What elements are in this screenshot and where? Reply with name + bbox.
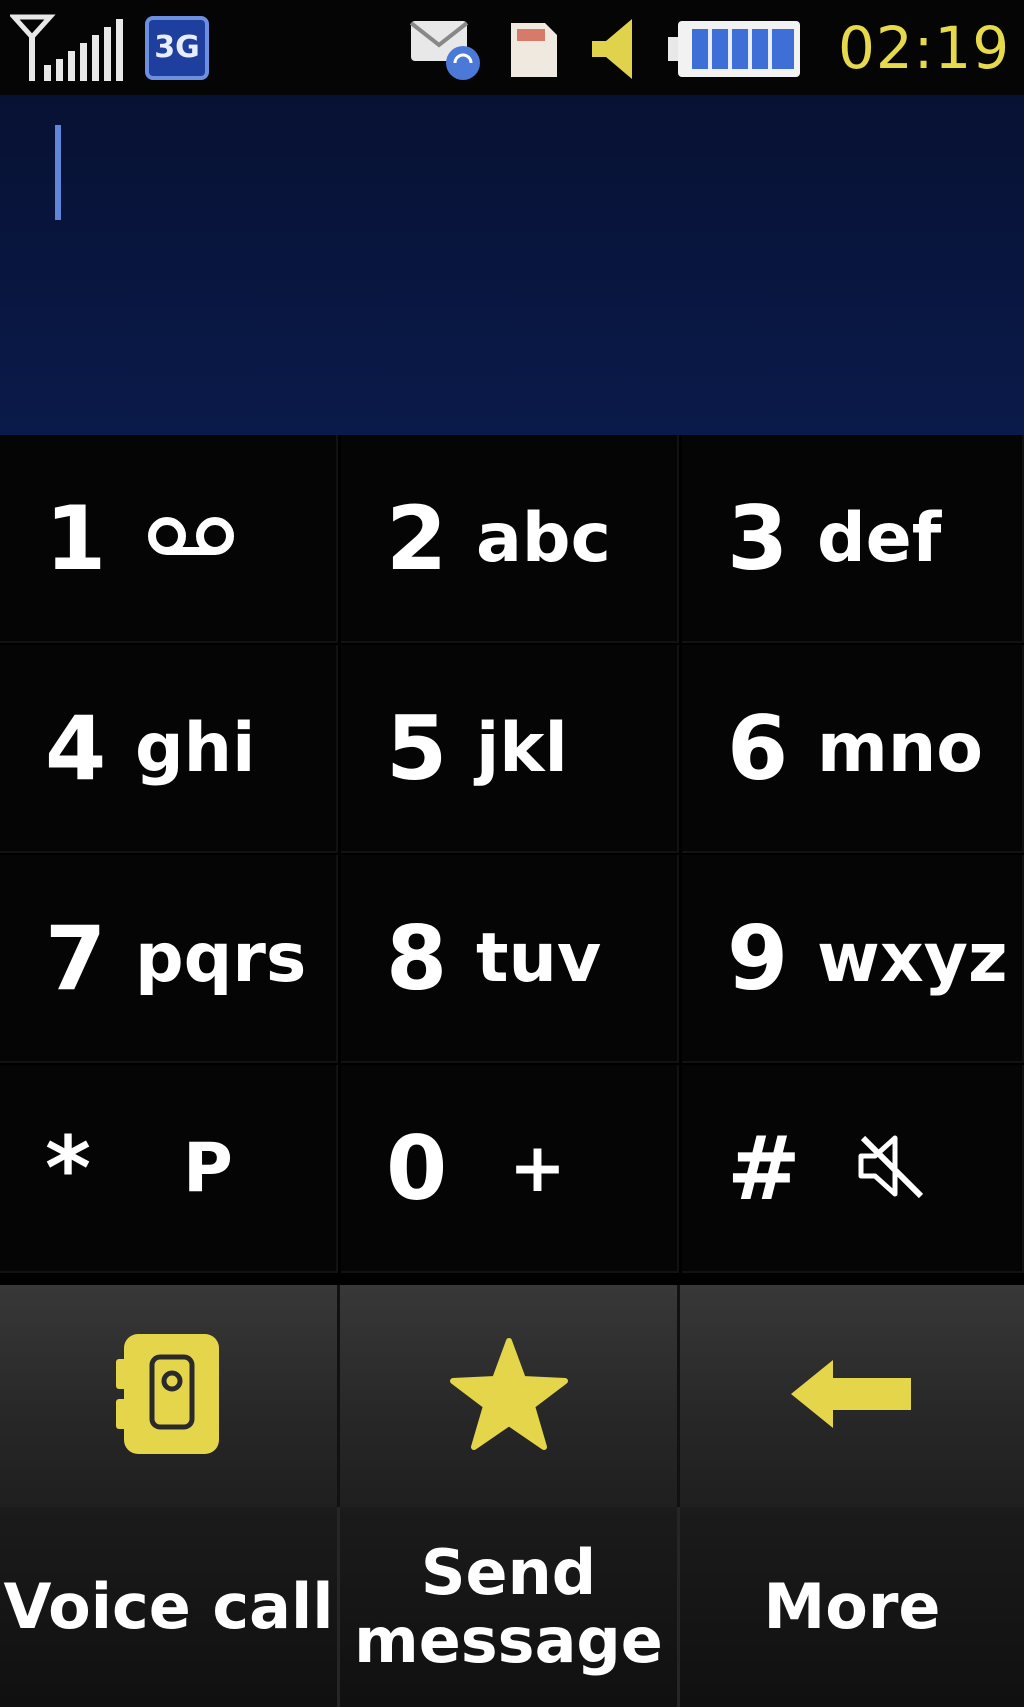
key-digit: 9: [727, 906, 789, 1010]
key-digit: *: [45, 1116, 92, 1220]
key-digit: 1: [45, 486, 107, 590]
voice-call-label: Voice call: [3, 1569, 334, 1643]
key-digit: 6: [727, 696, 789, 800]
key-letters: wxyz: [817, 918, 1008, 998]
send-message-line2: message: [354, 1604, 663, 1677]
backspace-button[interactable]: [680, 1285, 1024, 1507]
key-letters: P: [183, 1128, 233, 1208]
memory-card-icon: [505, 0, 561, 95]
3g-network-icon: 3G: [145, 0, 209, 95]
voice-call-button[interactable]: Voice call: [0, 1507, 340, 1707]
key-8[interactable]: 8 tuv: [341, 855, 679, 1063]
key-9[interactable]: 9 wxyz: [682, 855, 1024, 1063]
key-7[interactable]: 7 pqrs: [0, 855, 338, 1063]
key-digit: 3: [727, 486, 789, 590]
key-hash[interactable]: #: [682, 1065, 1024, 1273]
key-letters: def: [817, 498, 942, 578]
key-1[interactable]: 1: [0, 435, 338, 643]
key-letters: ghi: [135, 708, 256, 788]
signal-strength-icon: [10, 0, 125, 95]
key-letters: +: [509, 1128, 566, 1208]
key-star[interactable]: * P: [0, 1065, 338, 1273]
key-0[interactable]: 0 +: [341, 1065, 679, 1273]
backspace-arrow-icon: [787, 1354, 917, 1438]
key-letters: jkl: [476, 708, 568, 788]
key-digit: #: [727, 1116, 801, 1220]
key-letters: tuv: [476, 918, 602, 998]
softkey-bar: Voice call Send message More: [0, 1507, 1024, 1707]
text-cursor: [55, 125, 61, 220]
action-toolbar: [0, 1285, 1024, 1507]
send-message-line1: Send: [420, 1535, 597, 1609]
key-digit: 5: [386, 696, 448, 800]
key-2[interactable]: 2 abc: [341, 435, 679, 643]
message-icon: [408, 0, 483, 95]
key-digit: 7: [45, 906, 107, 1010]
key-5[interactable]: 5 jkl: [341, 645, 679, 853]
key-3[interactable]: 3 def: [682, 435, 1024, 643]
key-digit: 8: [386, 906, 448, 1010]
key-4[interactable]: 4 ghi: [0, 645, 338, 853]
dial-keypad: 1 2 abc 3 def 4 ghi 5 jkl 6 mno 7 pqrs 8…: [0, 435, 1024, 1285]
battery-icon: [668, 0, 803, 95]
key-letters: abc: [476, 498, 611, 578]
mute-icon: [855, 1130, 927, 1206]
favorites-button[interactable]: [340, 1285, 680, 1507]
more-button[interactable]: More: [680, 1507, 1024, 1707]
status-bar: 3G 02:19: [0, 0, 1024, 95]
key-6[interactable]: 6 mno: [682, 645, 1024, 853]
send-message-button[interactable]: Send message: [340, 1507, 680, 1707]
clock: 02:19: [838, 13, 1011, 82]
key-digit: 0: [386, 1116, 448, 1220]
more-label: More: [763, 1569, 941, 1643]
key-digit: 4: [45, 696, 107, 800]
send-message-label: Send message: [354, 1535, 663, 1677]
speaker-icon: [590, 0, 640, 95]
favorites-star-icon: [449, 1337, 569, 1456]
voicemail-icon: [145, 514, 237, 562]
key-letters: mno: [817, 708, 983, 788]
key-letters: pqrs: [135, 918, 307, 998]
key-digit: 2: [386, 486, 448, 590]
number-display-field[interactable]: [0, 95, 1024, 435]
video-call-icon: [114, 1329, 224, 1463]
video-call-button[interactable]: [0, 1285, 340, 1507]
